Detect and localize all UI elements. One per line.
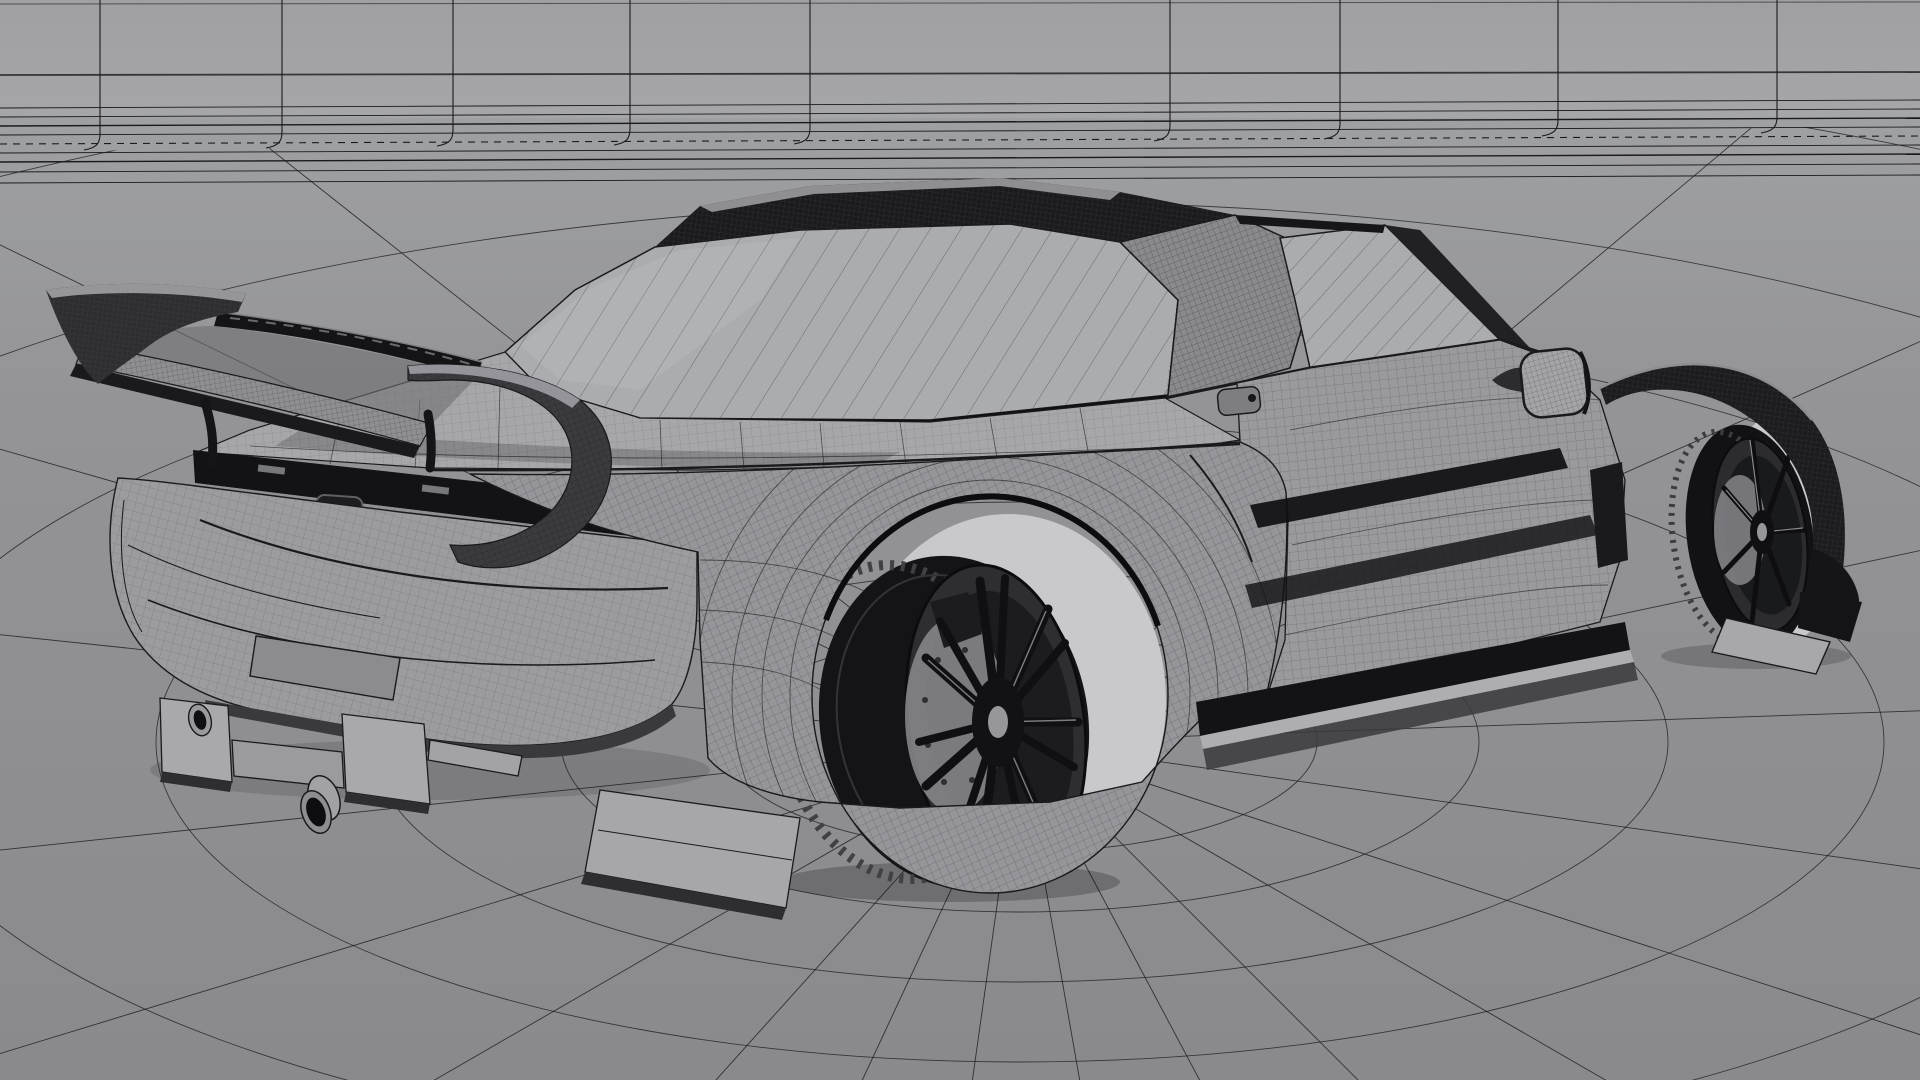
viewport-3d[interactable]: Wireframe-shaded 3D model of a wide-body… <box>0 0 1920 1080</box>
front-center-cap <box>1757 523 1767 541</box>
mirror-wires <box>1520 348 1588 418</box>
viewport-canvas[interactable]: Wireframe-shaded 3D model of a wide-body… <box>0 0 1920 1080</box>
center-cap <box>988 706 1008 738</box>
door-handle[interactable] <box>1216 385 1262 417</box>
